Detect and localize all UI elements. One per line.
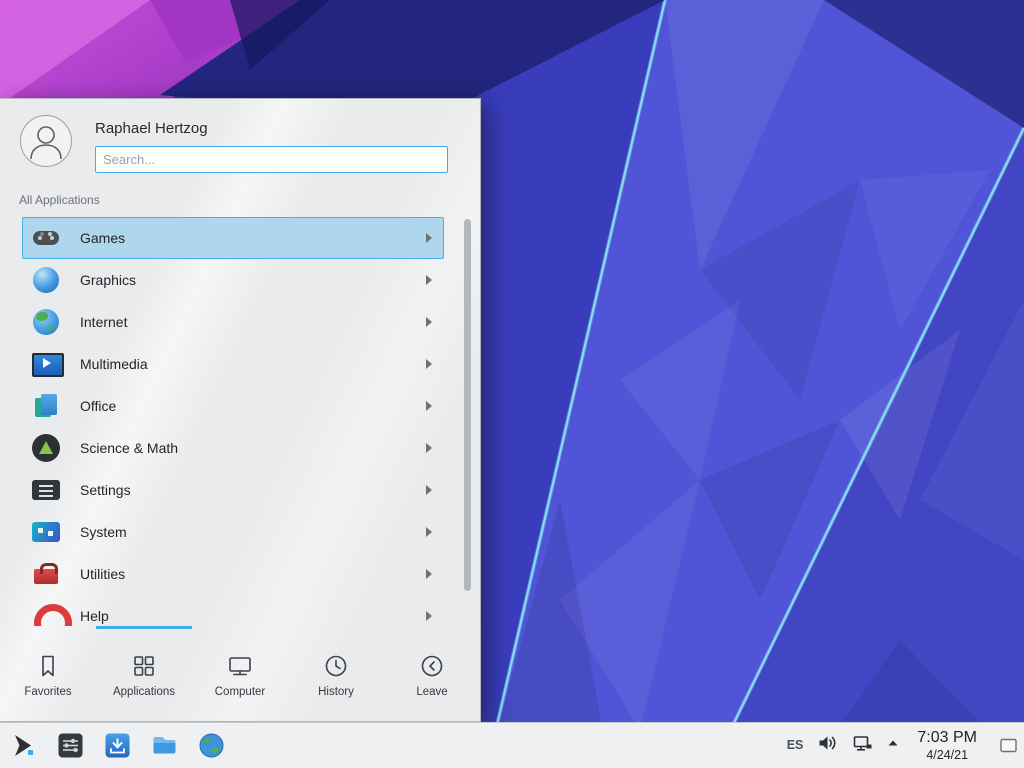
section-label: All Applications — [0, 189, 480, 213]
tab-history[interactable]: History — [288, 629, 384, 721]
tab-label: Favorites — [24, 686, 71, 698]
category-label: Help — [80, 608, 109, 624]
clock-icon — [323, 653, 349, 679]
globe-icon — [30, 306, 62, 338]
folder-app-icon[interactable] — [150, 731, 179, 760]
media-player-icon — [30, 348, 62, 380]
bookmark-icon — [35, 653, 61, 679]
category-label: Utilities — [80, 566, 125, 582]
category-label: Graphics — [80, 272, 136, 288]
category-science-math[interactable]: Science & Math — [22, 427, 444, 469]
category-list: Games Graphics Internet Multimedia Offic… — [0, 213, 480, 626]
tab-applications[interactable]: Applications — [96, 629, 192, 721]
chevron-right-icon — [426, 233, 432, 243]
user-name: Raphael Hertzog — [95, 120, 448, 137]
globe-app-icon[interactable] — [197, 731, 226, 760]
science-flask-icon — [30, 432, 62, 464]
show-desktop-icon[interactable] — [998, 734, 1018, 756]
clock-date: 4/24/21 — [917, 748, 977, 762]
taskbar-launchers — [0, 731, 226, 760]
tab-label: Applications — [113, 686, 175, 698]
toolbox-icon — [30, 558, 62, 590]
network-icon[interactable] — [851, 732, 873, 759]
category-multimedia[interactable]: Multimedia — [22, 343, 444, 385]
settings-monitor-icon — [30, 474, 62, 506]
category-label: Office — [80, 398, 116, 414]
chevron-right-icon — [426, 401, 432, 411]
gamepad-icon — [30, 222, 62, 254]
application-launcher-menu: Raphael Hertzog All Applications Games G… — [0, 98, 481, 722]
category-label: Games — [80, 230, 125, 246]
category-office[interactable]: Office — [22, 385, 444, 427]
digital-clock[interactable]: 7:03 PM 4/24/21 — [913, 729, 981, 762]
category-settings[interactable]: Settings — [22, 469, 444, 511]
category-label: System — [80, 524, 127, 540]
category-graphics[interactable]: Graphics — [22, 259, 444, 301]
chevron-right-icon — [426, 317, 432, 327]
leave-icon — [419, 653, 445, 679]
category-system[interactable]: System — [22, 511, 444, 553]
tab-leave[interactable]: Leave — [384, 629, 480, 721]
tab-label: History — [318, 686, 354, 698]
system-monitor-icon — [30, 516, 62, 548]
app-launcher-icon[interactable] — [9, 731, 38, 760]
volume-icon[interactable] — [816, 732, 838, 759]
category-label: Settings — [80, 482, 131, 498]
chevron-right-icon — [426, 527, 432, 537]
clock-time: 7:03 PM — [917, 729, 977, 747]
category-internet[interactable]: Internet — [22, 301, 444, 343]
search-input[interactable] — [95, 146, 448, 173]
category-utilities[interactable]: Utilities — [22, 553, 444, 595]
system-tray: ES 7:03 PM 4/24/21 — [787, 729, 1024, 762]
tab-computer[interactable]: Computer — [192, 629, 288, 721]
chevron-right-icon — [426, 611, 432, 621]
documents-icon — [30, 390, 62, 422]
chevron-right-icon — [426, 275, 432, 285]
help-lifering-icon — [30, 600, 62, 626]
category-label: Multimedia — [80, 356, 148, 372]
active-tab-indicator — [96, 626, 192, 629]
tab-favorites[interactable]: Favorites — [0, 629, 96, 721]
blue-app-icon[interactable] — [103, 731, 132, 760]
chevron-right-icon — [426, 443, 432, 453]
category-label: Internet — [80, 314, 127, 330]
launcher-tab-bar: Favorites Applications — [0, 626, 480, 721]
computer-icon — [227, 653, 253, 679]
tab-label: Leave — [416, 686, 447, 698]
grid-icon — [131, 653, 157, 679]
sliders-app-icon[interactable] — [56, 731, 85, 760]
user-avatar[interactable] — [20, 115, 72, 167]
tray-expander-caret-icon[interactable] — [886, 736, 900, 755]
list-scrollbar[interactable] — [464, 219, 471, 591]
category-games[interactable]: Games — [22, 217, 444, 259]
image-ball-icon — [30, 264, 62, 296]
chevron-right-icon — [426, 569, 432, 579]
tab-label: Computer — [215, 686, 266, 698]
launcher-header: Raphael Hertzog — [0, 99, 480, 189]
chevron-right-icon — [426, 485, 432, 495]
taskbar-panel: ES 7:03 PM 4/24/21 — [0, 722, 1024, 768]
keyboard-layout-indicator[interactable]: ES — [787, 738, 804, 752]
category-help[interactable]: Help — [22, 595, 444, 626]
category-label: Science & Math — [80, 440, 178, 456]
chevron-right-icon — [426, 359, 432, 369]
